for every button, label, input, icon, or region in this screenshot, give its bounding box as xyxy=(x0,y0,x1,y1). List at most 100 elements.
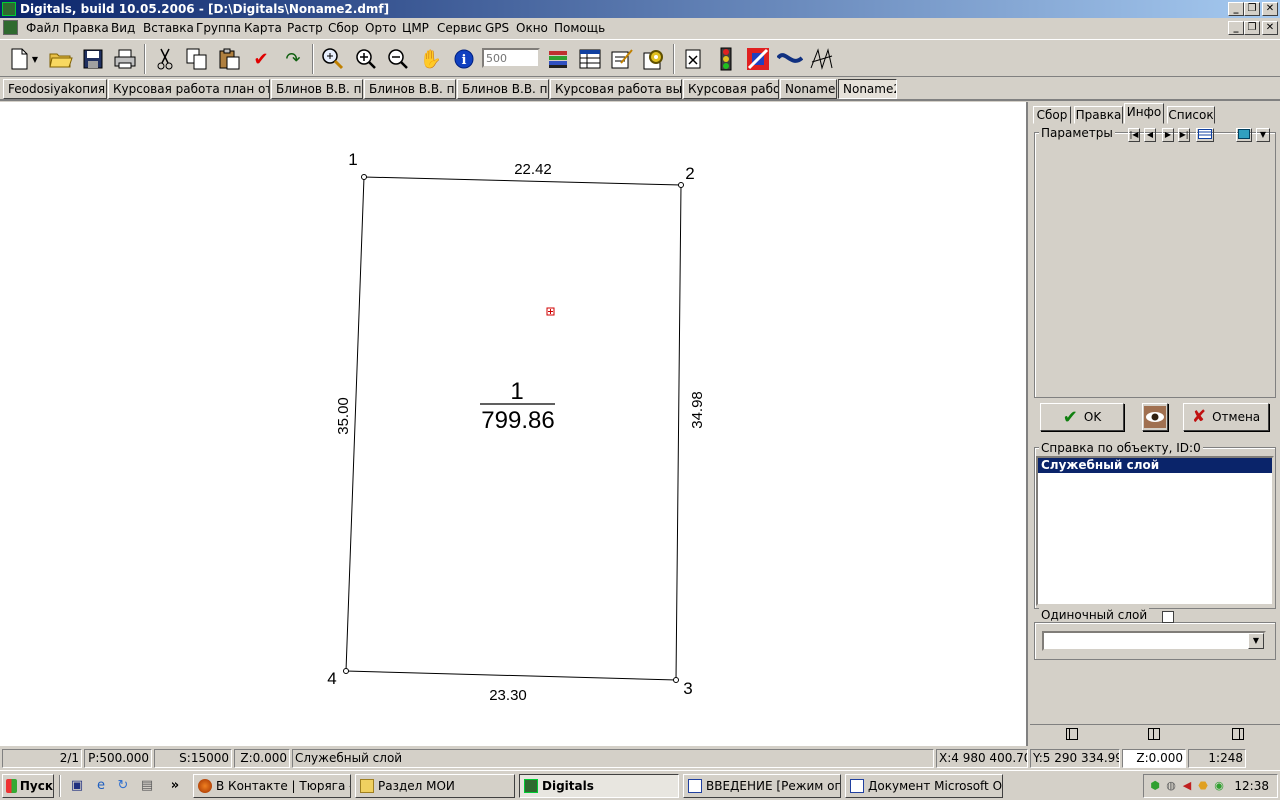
doc-restore-button[interactable]: ❐ xyxy=(1244,21,1260,35)
menu-map[interactable]: Карта xyxy=(244,21,282,35)
panel-dropdown-icon[interactable]: ▼ xyxy=(1256,128,1270,142)
object-list[interactable]: Служебный слой xyxy=(1036,456,1274,606)
parcel-centroid-marker[interactable] xyxy=(546,307,555,316)
pane-right-icon[interactable] xyxy=(1232,728,1244,740)
traffic-light-icon[interactable] xyxy=(713,46,739,72)
refresh-icon[interactable]: ↻ xyxy=(114,777,132,795)
copy-icon[interactable] xyxy=(184,46,210,72)
doc-tab[interactable]: Блинов В.В. пер xyxy=(457,79,549,99)
task-button[interactable]: Раздел МОИ xyxy=(355,774,515,798)
zoom-out-icon[interactable] xyxy=(385,46,411,72)
antivirus-icon[interactable]: ⬣ xyxy=(1196,779,1210,793)
pane-left-icon[interactable] xyxy=(1066,728,1078,740)
menu-dem[interactable]: ЦМР xyxy=(402,21,429,35)
doc-tab[interactable]: Курсовая работа вынос xyxy=(550,79,682,99)
tab-edit[interactable]: Правка xyxy=(1074,106,1123,124)
menu-raster[interactable]: Растр xyxy=(287,21,323,35)
vertex-point[interactable] xyxy=(343,668,349,674)
restore-button[interactable]: ❐ xyxy=(1244,2,1260,16)
menu-help[interactable]: Помощь xyxy=(554,21,605,35)
clock-tray-icon[interactable]: ◍ xyxy=(1164,779,1178,793)
list-item[interactable]: Служебный слой xyxy=(1038,458,1272,473)
task-button[interactable]: В Контакте | Тюряга - ... xyxy=(193,774,351,798)
network-icon[interactable]: ⬢ xyxy=(1148,779,1162,793)
pen-icon[interactable] xyxy=(745,46,771,72)
doc-tab[interactable]: Курсовая работа план отвода xyxy=(108,79,270,99)
vertex-point[interactable] xyxy=(678,182,684,188)
menu-insert[interactable]: Вставка xyxy=(143,21,194,35)
calculator-icon[interactable] xyxy=(1236,128,1252,142)
map-canvas[interactable]: 1 2 3 4 22.42 23.30 35.00 34.98 1 799.86 xyxy=(0,102,1028,746)
table-icon[interactable] xyxy=(577,46,603,72)
new-dropdown-icon[interactable]: ▼ xyxy=(28,46,42,72)
ie-icon[interactable]: e xyxy=(92,777,110,795)
table-view-icon[interactable] xyxy=(1196,128,1214,142)
zoom-area-icon[interactable] xyxy=(320,46,346,72)
curve-icon[interactable] xyxy=(777,46,803,72)
menu-edit[interactable]: Правка xyxy=(63,21,109,35)
chevron-down-icon[interactable]: ▼ xyxy=(1248,633,1264,649)
menu-view[interactable]: Вид xyxy=(111,21,135,35)
doc-close-button[interactable]: ✕ xyxy=(1262,21,1278,35)
task-label: Раздел МОИ xyxy=(378,779,455,793)
notepad-icon[interactable]: ▤ xyxy=(138,777,156,795)
doc-tab[interactable]: Блинов В.В. пер xyxy=(271,79,363,99)
info-icon[interactable]: i xyxy=(451,46,477,72)
scale-input[interactable] xyxy=(482,48,540,68)
cancel-button[interactable]: ✘ Отмена xyxy=(1183,403,1269,431)
menu-ortho[interactable]: Орто xyxy=(365,21,396,35)
zoom-in-icon[interactable] xyxy=(353,46,379,72)
vertex-point[interactable] xyxy=(673,677,679,683)
layer-select[interactable]: ▼ xyxy=(1042,631,1266,651)
close-button[interactable]: ✕ xyxy=(1262,2,1278,16)
more-quick-launch[interactable]: » xyxy=(166,777,184,795)
layers-icon[interactable] xyxy=(545,46,571,72)
print-icon[interactable] xyxy=(112,46,138,72)
ok-button[interactable]: ✔ OK xyxy=(1040,403,1124,431)
menu-collect[interactable]: Сбор xyxy=(328,21,359,35)
pane-split-icon[interactable] xyxy=(1148,728,1160,740)
menu-file[interactable]: Файл xyxy=(26,21,59,35)
save-quick-icon[interactable]: ▣ xyxy=(68,777,86,795)
menu-group[interactable]: Группа xyxy=(196,21,241,35)
settings-icon[interactable] xyxy=(641,46,667,72)
delete-icon[interactable] xyxy=(681,46,707,72)
prev-record-icon[interactable]: ◀ xyxy=(1144,128,1156,142)
start-button[interactable]: Пуск xyxy=(2,774,54,798)
doc-tab[interactable]: Feodosiyakопия 63 xyxy=(3,79,107,99)
volume-icon[interactable]: ◀ xyxy=(1180,779,1194,793)
first-record-icon[interactable]: |◀ xyxy=(1128,128,1140,142)
vertex-label: 4 xyxy=(327,669,336,688)
view-eye-button[interactable] xyxy=(1142,403,1168,431)
security-icon[interactable]: ◉ xyxy=(1212,779,1226,793)
save-icon[interactable] xyxy=(80,46,106,72)
menu-service[interactable]: Сервис xyxy=(437,21,482,35)
properties-icon[interactable] xyxy=(609,46,635,72)
task-button-active[interactable]: Digitals xyxy=(519,774,679,798)
doc-tab[interactable]: Курсовая работа xyxy=(683,79,779,99)
document-icon[interactable] xyxy=(3,20,18,35)
minimize-button[interactable]: _ xyxy=(1228,2,1244,16)
task-button[interactable]: ВВЕДЕНИЕ [Режим огра... xyxy=(683,774,841,798)
doc-tab[interactable]: Блинов В.В. пер xyxy=(364,79,456,99)
doc-tab[interactable]: Noname1 xyxy=(780,79,837,99)
doc-minimize-button[interactable]: _ xyxy=(1228,21,1244,35)
check-icon[interactable]: ✔ xyxy=(248,46,274,72)
next-record-icon[interactable]: ▶ xyxy=(1162,128,1174,142)
cut-icon[interactable] xyxy=(152,46,178,72)
last-record-icon[interactable]: ▶| xyxy=(1178,128,1190,142)
single-layer-checkbox[interactable] xyxy=(1162,611,1174,623)
redo-icon[interactable]: ↷ xyxy=(280,46,306,72)
doc-tab-active[interactable]: Noname2 xyxy=(838,79,897,99)
menu-gps[interactable]: GPS xyxy=(485,21,509,35)
task-button[interactable]: Документ Microsoft Offi... xyxy=(845,774,1003,798)
tab-list[interactable]: Список xyxy=(1167,106,1215,124)
menu-window[interactable]: Окно xyxy=(516,21,548,35)
open-folder-icon[interactable] xyxy=(48,46,74,72)
paste-icon[interactable] xyxy=(216,46,242,72)
tab-collect[interactable]: Сбор xyxy=(1033,106,1071,124)
tab-info[interactable]: Инфо xyxy=(1124,103,1164,124)
vertex-point[interactable] xyxy=(361,174,367,180)
hatch-icon[interactable] xyxy=(809,46,835,72)
pan-hand-icon[interactable]: ✋ xyxy=(418,46,444,72)
